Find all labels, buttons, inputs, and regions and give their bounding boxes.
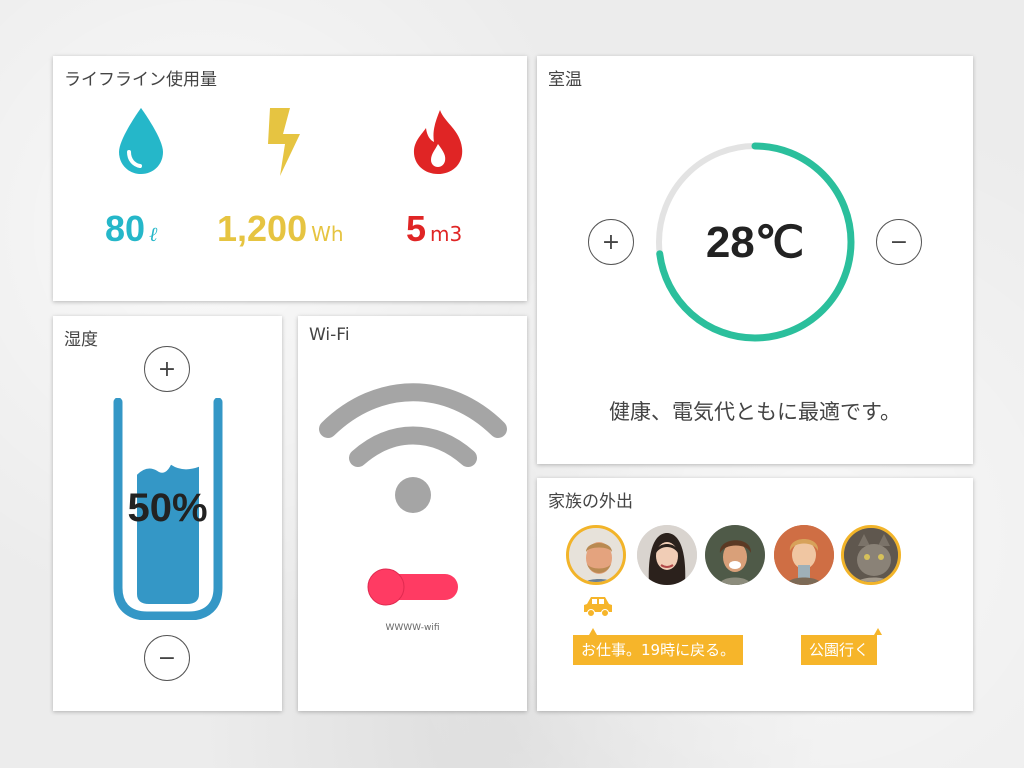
lightning-icon (268, 108, 300, 176)
son-photo (705, 525, 765, 585)
electricity-usage: 1,200 Wh (217, 208, 344, 250)
humidity-plus-button[interactable]: + (144, 346, 190, 392)
temperature-status-message: 健康、電気代ともに最適です。 (609, 400, 901, 424)
temperature-value: 28℃ (705, 217, 805, 267)
car-icon (584, 597, 612, 617)
avatar-mother[interactable] (637, 525, 697, 585)
wifi-title: Wi-Fi (309, 325, 350, 345)
water-usage-unit: ℓ (149, 222, 158, 246)
wifi-network-name: WWWW-wifi (385, 623, 440, 633)
gas-usage-unit: m3 (430, 222, 463, 246)
humidity-card: 湿度 + 50% − (53, 316, 282, 711)
father-outing-message-text: お仕事。19時に戻る。 (581, 641, 736, 659)
humidity-minus-button[interactable]: − (144, 635, 190, 681)
avatar-father[interactable] (566, 525, 626, 585)
water-drop-icon (119, 108, 163, 174)
family-outing-card: 家族の外出 お仕事。19時に戻る。 公園行く (537, 478, 973, 711)
wifi-icon (319, 383, 507, 513)
father-outing-message: お仕事。19時に戻る。 (573, 628, 744, 665)
child-photo (774, 525, 834, 585)
cat-outing-message-text: 公園行く (809, 641, 870, 659)
flame-icon (413, 110, 463, 174)
electricity-usage-value: 1,200 (217, 208, 308, 249)
lifeline-usage-card: ライフライン使用量 80 ℓ 1,200 Wh 5 m3 (53, 56, 527, 301)
water-usage-value: 80 (105, 208, 146, 249)
room-temperature-card: 室温 + − 28℃ 健康、電気代ともに最適です。 (537, 56, 973, 464)
lifeline-title: ライフライン使用量 (64, 70, 217, 90)
room-temperature-title: 室温 (548, 70, 582, 90)
avatar-child[interactable] (774, 525, 834, 585)
mother-photo (637, 525, 697, 585)
avatar-son[interactable] (705, 525, 765, 585)
electricity-usage-unit: Wh (311, 222, 344, 246)
humidity-title: 湿度 (64, 330, 98, 350)
temperature-plus-button[interactable]: + (588, 219, 634, 265)
wifi-toggle[interactable] (366, 567, 462, 607)
gas-usage: 5 m3 (406, 208, 462, 250)
temperature-minus-button[interactable]: − (876, 219, 922, 265)
gas-usage-value: 5 (406, 208, 427, 249)
humidity-value: 50% (127, 486, 208, 530)
wifi-toggle-knob (367, 568, 405, 606)
water-usage: 80 ℓ (105, 208, 157, 250)
family-outing-title: 家族の外出 (548, 492, 633, 512)
wifi-card: Wi-Fi WWWW-wifi (298, 316, 527, 711)
father-photo (569, 528, 623, 582)
cat-outing-message: 公園行く (801, 628, 882, 665)
avatar-cat[interactable] (841, 525, 901, 585)
cat-photo (844, 528, 898, 582)
